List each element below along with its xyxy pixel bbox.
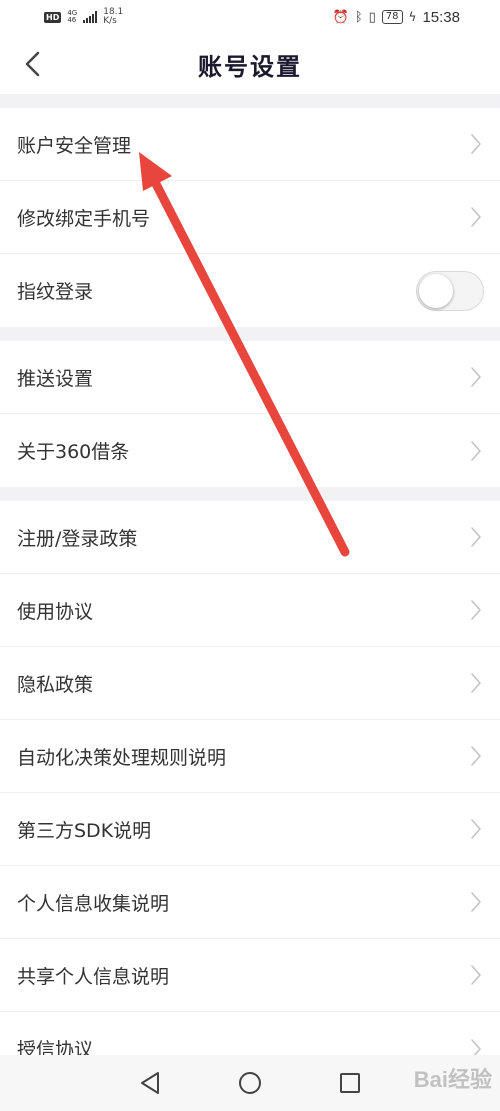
setting-push[interactable]: 推送设置	[0, 341, 500, 414]
chevron-right-icon	[468, 203, 484, 231]
alarm-icon: ⏰	[332, 9, 349, 25]
setting-label: 推送设置	[17, 367, 94, 390]
group-divider	[0, 94, 500, 108]
group-divider	[0, 487, 500, 501]
chevron-right-icon	[468, 130, 484, 158]
setting-register-policy[interactable]: 注册/登录政策	[0, 501, 500, 574]
chevron-right-icon	[468, 523, 484, 551]
setting-label: 账户安全管理	[17, 134, 132, 157]
back-triangle-icon	[141, 1072, 159, 1094]
vibrate-icon: ▯	[368, 9, 376, 25]
chevron-right-icon	[468, 961, 484, 989]
network-type: 4G 46	[67, 10, 77, 24]
setting-automated-decision[interactable]: 自动化决策处理规则说明	[0, 720, 500, 793]
hd-badge: HD	[44, 11, 62, 23]
watermark: Bai经验	[413, 1067, 492, 1092]
network-speed-unit: K/s	[103, 16, 117, 26]
header: 账号设置	[0, 34, 500, 94]
setting-label: 注册/登录政策	[17, 527, 138, 550]
setting-privacy-policy[interactable]: 隐私政策	[0, 647, 500, 720]
chevron-right-icon	[468, 742, 484, 770]
setting-label: 个人信息收集说明	[17, 892, 170, 915]
status-bar-right: ⏰ ᛒ ▯ 78 ϟ 15:38	[333, 9, 460, 26]
charging-icon: ϟ	[408, 10, 417, 24]
nav-back-button[interactable]	[130, 1063, 170, 1103]
setting-label: 隐私政策	[17, 673, 94, 696]
setting-label: 使用协议	[17, 600, 94, 623]
setting-about[interactable]: 关于360借条	[0, 414, 500, 487]
setting-label: 自动化决策处理规则说明	[17, 746, 227, 769]
setting-third-party-sdk[interactable]: 第三方SDK说明	[0, 793, 500, 866]
home-circle-icon	[239, 1072, 261, 1094]
setting-label: 关于360借条	[17, 441, 130, 463]
setting-label: 共享个人信息说明	[17, 965, 170, 988]
setting-label: 修改绑定手机号	[17, 207, 151, 230]
setting-fingerprint-login: 指纹登录	[0, 254, 500, 327]
nav-home-button[interactable]	[230, 1063, 270, 1103]
chevron-right-icon	[468, 669, 484, 697]
chevron-right-icon	[468, 596, 484, 624]
network-speed: 18.1 K/s	[103, 8, 123, 26]
chevron-right-icon	[468, 888, 484, 916]
chevron-right-icon	[468, 437, 484, 465]
group-divider	[0, 327, 500, 341]
setting-usage-agreement[interactable]: 使用协议	[0, 574, 500, 647]
setting-shared-info[interactable]: 共享个人信息说明	[0, 939, 500, 1012]
fingerprint-toggle[interactable]	[416, 270, 484, 311]
signal-icon	[83, 11, 98, 23]
back-arrow-icon	[25, 51, 40, 77]
setting-personal-info-collection[interactable]: 个人信息收集说明	[0, 866, 500, 939]
setting-label: 第三方SDK说明	[17, 819, 152, 842]
status-bar: HD 4G 46 18.1 K/s ⏰ ᛒ ▯ 78 ϟ 15:38	[0, 0, 500, 34]
bluetooth-icon: ᛒ	[354, 9, 363, 25]
status-time: 15:38	[422, 8, 460, 26]
toggle-knob	[419, 273, 453, 308]
setting-change-phone[interactable]: 修改绑定手机号	[0, 181, 500, 254]
settings-list: 账户安全管理 修改绑定手机号 指纹登录 推送设置 关于360借条 注册/登录政策	[0, 94, 500, 1085]
battery-icon: 78	[381, 10, 403, 24]
back-button[interactable]	[12, 44, 52, 84]
chevron-right-icon	[468, 363, 484, 391]
chevron-right-icon	[468, 815, 484, 843]
page-title: 账号设置	[198, 51, 302, 81]
status-bar-left: HD 4G 46 18.1 K/s	[44, 8, 123, 26]
setting-label: 指纹登录	[17, 281, 94, 303]
setting-account-security[interactable]: 账户安全管理	[0, 108, 500, 181]
network-type-bottom: 46	[67, 16, 77, 24]
recents-square-icon	[340, 1073, 360, 1093]
nav-recents-button[interactable]	[330, 1063, 370, 1103]
